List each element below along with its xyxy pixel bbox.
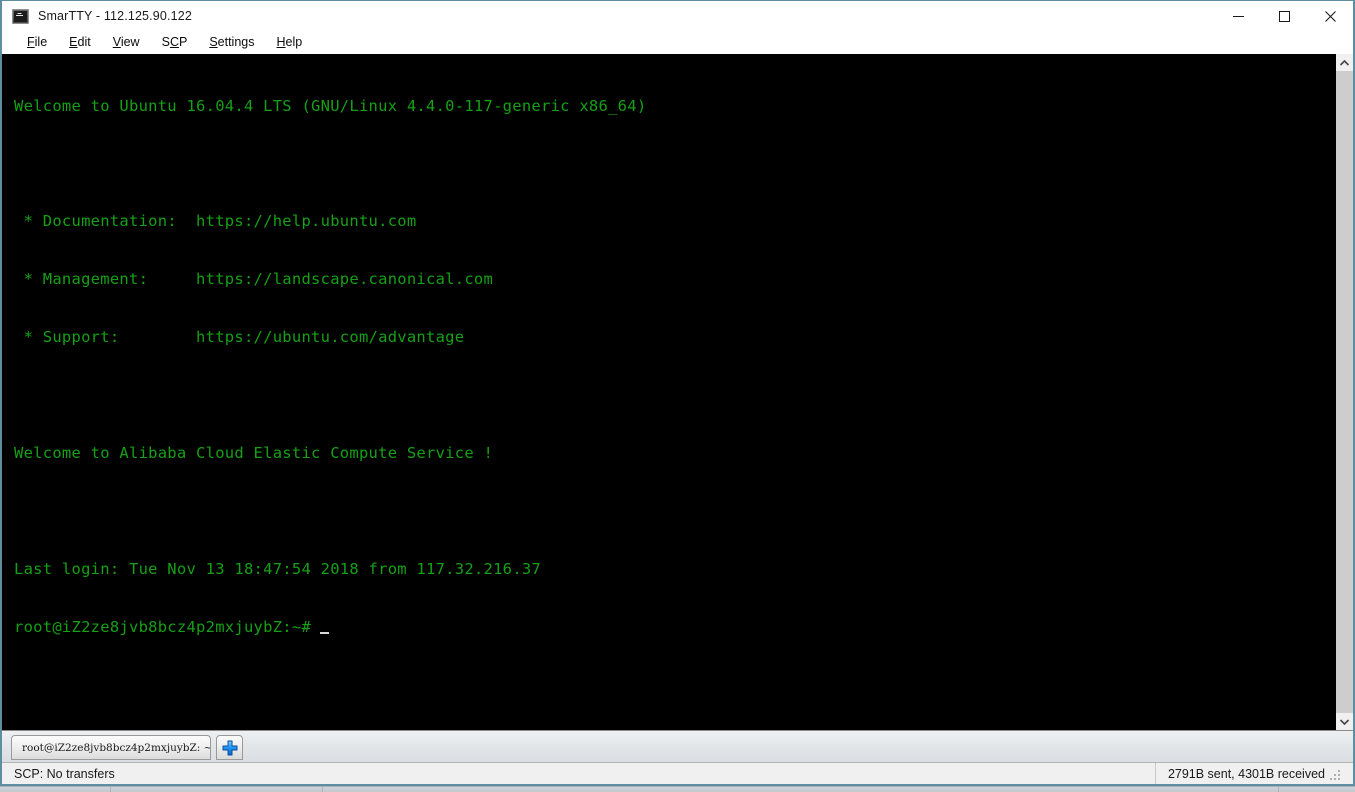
menu-view[interactable]: View <box>102 33 151 51</box>
minimize-button[interactable] <box>1215 1 1261 31</box>
desktop-taskbar <box>0 786 1355 792</box>
scp-status: SCP: No transfers <box>2 763 1156 784</box>
traffic-status-label: 2791B sent, 4301B received <box>1167 766 1325 781</box>
title-bar[interactable]: SmarTTY - 112.125.90.122 <box>2 1 1353 31</box>
session-tab-bar: root@iZ2ze8jvb8bcz4p2mxjuybZ: ~ <box>2 730 1353 762</box>
scrollbar-thumb[interactable] <box>1336 71 1353 713</box>
menu-file[interactable]: File <box>16 33 58 51</box>
terminal-text-block: Welcome to Ubuntu 16.04.4 LTS (GNU/Linux… <box>2 54 1335 676</box>
close-button[interactable] <box>1307 1 1353 31</box>
scroll-down-button[interactable] <box>1336 713 1353 730</box>
session-tab[interactable]: root@iZ2ze8jvb8bcz4p2mxjuybZ: ~ <box>11 735 211 760</box>
menu-settings[interactable]: Settings <box>198 33 265 51</box>
window-controls <box>1215 1 1353 31</box>
text-cursor <box>320 631 330 634</box>
window-title: SmarTTY - 112.125.90.122 <box>38 9 192 23</box>
menu-bar: File Edit View SCP Settings Help <box>2 31 1353 54</box>
shell-prompt: root@iZ2ze8jvb8bcz4p2mxjuybZ:~# <box>14 617 312 636</box>
terminal-icon <box>12 8 29 24</box>
scrollbar-track[interactable] <box>1336 71 1353 713</box>
terminal-line: Last login: Tue Nov 13 18:47:54 2018 fro… <box>14 559 541 578</box>
menu-scp[interactable]: SCP <box>151 33 199 51</box>
menu-edit[interactable]: Edit <box>58 33 102 51</box>
menu-help[interactable]: Help <box>266 33 314 51</box>
plus-icon <box>222 740 237 755</box>
terminal-line: * Management: https://landscape.canonica… <box>14 270 494 289</box>
terminal-area: Welcome to Ubuntu 16.04.4 LTS (GNU/Linux… <box>2 54 1353 730</box>
smartty-window: SmarTTY - 112.125.90.122 File Edit View … <box>0 0 1355 786</box>
terminal-output[interactable]: Welcome to Ubuntu 16.04.4 LTS (GNU/Linux… <box>2 54 1335 730</box>
scroll-up-button[interactable] <box>1336 54 1353 71</box>
traffic-status: 2791B sent, 4301B received <box>1156 763 1353 784</box>
session-tab-label: root@iZ2ze8jvb8bcz4p2mxjuybZ: ~ <box>22 741 211 754</box>
terminal-prompt-line: root@iZ2ze8jvb8bcz4p2mxjuybZ:~# <box>14 618 1335 637</box>
terminal-line: Welcome to Ubuntu 16.04.4 LTS (GNU/Linux… <box>14 96 647 115</box>
status-bar: SCP: No transfers 2791B sent, 4301B rece… <box>2 762 1353 784</box>
terminal-scrollbar[interactable] <box>1335 54 1353 730</box>
new-session-button[interactable] <box>216 735 243 760</box>
maximize-button[interactable] <box>1261 1 1307 31</box>
resize-grip-icon[interactable] <box>1327 767 1340 780</box>
terminal-line: Welcome to Alibaba Cloud Elastic Compute… <box>14 443 494 462</box>
terminal-line: * Documentation: https://help.ubuntu.com <box>14 212 417 231</box>
terminal-line: * Support: https://ubuntu.com/advantage <box>14 328 465 347</box>
